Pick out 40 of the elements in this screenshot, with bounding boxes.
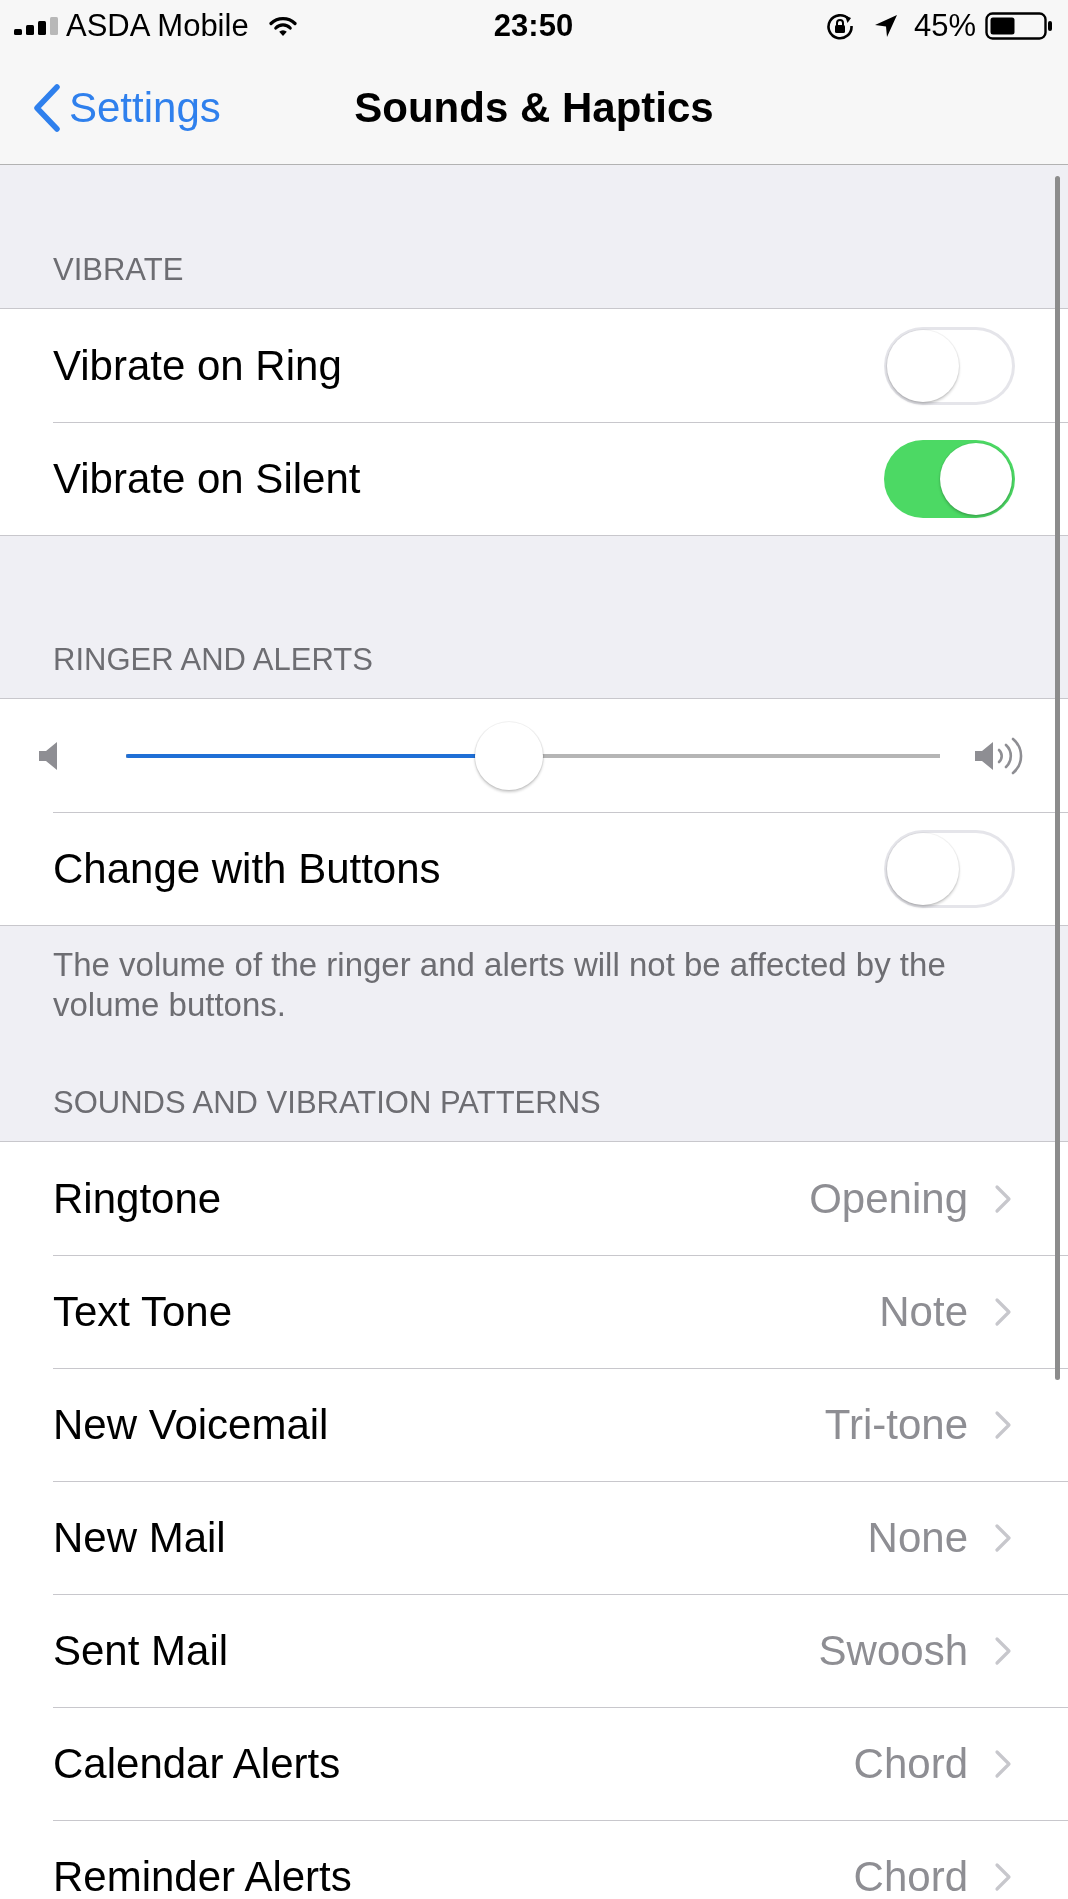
signal-icon (14, 17, 58, 35)
location-arrow-icon (873, 14, 898, 38)
chevron-icon (994, 1636, 1012, 1666)
setting-value: Opening (809, 1174, 968, 1223)
orientation-lock-icon (825, 12, 854, 40)
setting-value: Tri-tone (824, 1401, 968, 1449)
setting-label: Text Tone (53, 1288, 232, 1336)
section-header: SOUNDS AND VIBRATION PATTERNS (52, 1084, 602, 1122)
wifi-icon (268, 16, 297, 36)
setting-label: Calendar Alerts (53, 1740, 341, 1788)
nav-title: Sounds & Haptics (354, 84, 714, 132)
setting-label: Ringtone (53, 1174, 222, 1223)
setting-value: None (867, 1514, 968, 1562)
setting-label: Change with Buttons (53, 845, 441, 893)
setting-label: Vibrate on Ring (53, 341, 342, 390)
chevron-icon (994, 1523, 1012, 1553)
setting-label: Vibrate on Silent (53, 455, 361, 503)
setting-label: New Mail (53, 1514, 226, 1562)
setting-value: Swoosh (818, 1627, 968, 1675)
setting-value: Chord (853, 1853, 968, 1899)
chevron-icon (994, 1297, 1012, 1327)
chevron-icon (994, 1183, 1012, 1214)
battery-icon (985, 12, 1053, 40)
slider-thumb[interactable] (474, 721, 543, 790)
setting-value: Chord (853, 1740, 968, 1788)
section-header: RINGER AND ALERTS (52, 641, 374, 679)
setting-label: Sent Mail (53, 1627, 229, 1675)
status-time: 23:50 (493, 8, 574, 44)
section-header: VIBRATE (52, 251, 185, 289)
setting-value: Note (879, 1288, 968, 1336)
chevron-icon (994, 1410, 1012, 1440)
setting-label: Reminder Alerts (53, 1853, 352, 1899)
chevron-icon (994, 1749, 1012, 1779)
carrier-name: ASDA Mobile (66, 8, 249, 44)
chevron-icon (994, 1862, 1012, 1892)
back-chevron-icon (33, 84, 61, 132)
back-button[interactable]: Settings (33, 84, 221, 132)
battery-percentage: 45% (913, 8, 976, 44)
setting-label: New Voicemail (53, 1401, 329, 1449)
section-footer: The volume of the ringer and alerts will not be affected by the volume buttons. (0, 926, 1068, 1025)
